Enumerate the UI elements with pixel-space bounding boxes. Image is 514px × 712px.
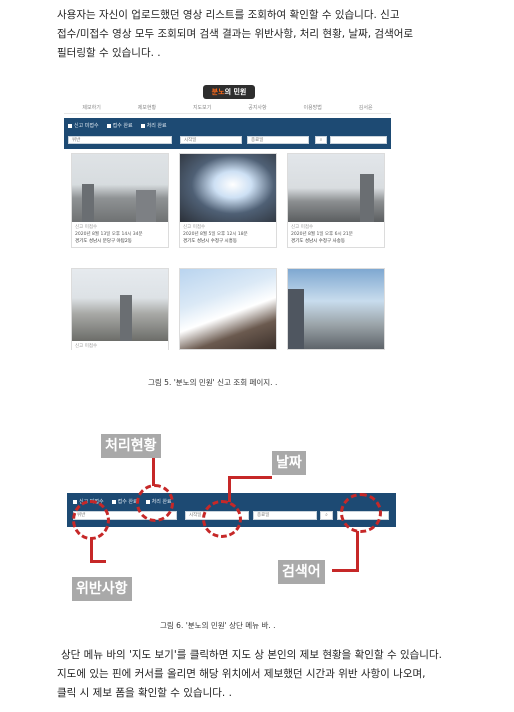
report-card[interactable]: 신고 미접수 2020년 8월 5일 오후 12시 18분 경기도 성남시 수정… [179,153,277,248]
card-date: 2020년 8월 5일 오후 12시 18분 [183,232,248,237]
report-card[interactable]: 신고 미접수 2020년 8월 13일 오후 14시 34분 경기도 성남시 분… [71,153,169,248]
search-highlight [340,493,382,533]
date-highlight [202,500,242,538]
card-status: 신고 미접수 [183,225,206,230]
card-location: 경기도 성남시 분당구 야탑2동 [75,239,132,244]
dashcam-thumbnail [288,154,384,222]
card-date: 2020년 8월 13일 오후 14시 34분 [75,232,143,237]
card-status: 신고 미접수 [75,225,98,230]
card-location: 경기도 성남시 수정구 사송동 [291,239,345,244]
outro-line-2: 지도에 있는 핀에 커서를 올리면 해당 위치에서 제보했던 시간과 위반 사항… [57,668,426,680]
intro-line-3: 필터링할 수 있습니다. . [57,47,161,59]
search-icon[interactable]: ⌕ [320,511,333,520]
intro-paragraph: 사용자는 자신이 업로드했던 영상 리스트를 조회하여 확인할 수 있습니다. … [57,6,503,63]
label-violation: 위반사항 [72,577,132,601]
figure-6-caption: 그림 6. '분노의 민원' 상단 메뉴 바. . [160,621,276,630]
card-status: 신고 미접수 [75,344,98,349]
checkbox-unreceived[interactable]: 신고 미접수 [68,122,99,129]
nav-guide[interactable]: 이용방법 [303,104,321,111]
search-connector [356,531,359,571]
nav-user[interactable]: 김서윤 [359,104,373,111]
label-status: 처리현황 [101,434,161,458]
outro-paragraph: 상단 메뉴 바의 '지도 보기'를 클릭하면 지도 상 본인의 제보 현황을 확… [57,646,503,703]
card-date: 2020년 8월 1일 오후 6시 21분 [291,232,353,237]
nav-notice[interactable]: 공지사항 [248,104,266,111]
date-connector [228,476,272,479]
search-icon[interactable]: ⌕ [315,136,327,144]
label-search: 검색어 [278,560,325,584]
dashcam-thumbnail [180,154,276,222]
intro-line-1: 사용자는 자신이 업로드했던 영상 리스트를 조회하여 확인할 수 있습니다. … [57,9,400,21]
date-connector [228,476,231,502]
figure-5-caption: 그림 5. '분노의 민원' 신고 조회 페이지. . [148,378,278,387]
label-date: 날짜 [272,451,306,475]
report-card[interactable] [287,268,385,350]
search-connector [332,569,359,572]
intro-line-2: 접수/미접수 영상 모두 조회되며 검색 결과는 위반사항, 처리 현황, 날짜… [57,28,414,40]
app-logo: 분노의 민원 [203,85,255,99]
filter-bar: 신고 미접수 접수 완료 처리 완료 위반 시작일 종료일 ⌕ [64,118,391,149]
nav-map[interactable]: 지도보기 [193,104,211,111]
card-status: 신고 미접수 [291,225,314,230]
status-highlight [136,484,174,522]
dashcam-thumbnail [72,269,168,341]
status-connector [152,456,155,486]
violation-highlight [72,500,110,540]
nav-report[interactable]: 제보하기 [82,104,100,111]
outro-line-3: 클릭 시 제보 폼을 확인할 수 있습니다. . [57,687,232,699]
end-date-field[interactable]: 종료일 [247,136,309,144]
nav-status[interactable]: 제보현황 [138,104,156,111]
report-card[interactable] [179,268,277,350]
violation-select[interactable]: 위반 [68,136,172,144]
inquiry-page-screenshot: 분노의 민원 제보하기 제보현황 지도보기 공지사항 이용방법 김서윤 신고 미… [61,80,394,350]
card-location: 경기도 성남시 수정구 시흥동 [183,239,237,244]
start-date-field[interactable]: 시작일 [180,136,242,144]
checkbox-received[interactable]: 접수 완료 [111,498,138,505]
search-input[interactable] [330,136,387,144]
report-card[interactable]: 신고 미접수 2020년 8월 1일 오후 6시 21분 경기도 성남시 수정구… [287,153,385,248]
dashcam-thumbnail [180,269,276,349]
checkbox-processed[interactable]: 처리 완료 [140,122,167,129]
report-card[interactable]: 신고 미접수 [71,268,169,350]
violation-connector [90,538,93,562]
end-date-field[interactable]: 종료일 [253,511,317,520]
violation-connector [90,560,106,563]
outro-line-1: 상단 메뉴 바의 '지도 보기'를 클릭하면 지도 상 본인의 제보 현황을 확… [61,649,442,661]
dashcam-thumbnail [72,154,168,222]
dashcam-thumbnail [288,269,384,349]
top-nav: 제보하기 제보현황 지도보기 공지사항 이용방법 김서윤 [64,101,391,114]
checkbox-received[interactable]: 접수 완료 [106,122,133,129]
